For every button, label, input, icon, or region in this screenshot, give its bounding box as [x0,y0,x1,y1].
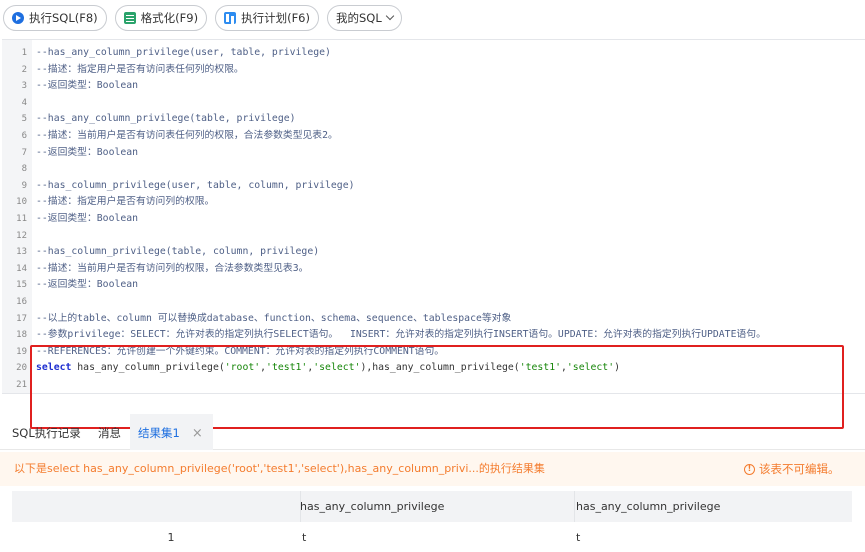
my-sql-label: 我的SQL [335,11,382,25]
code-comment: --has_column_privilege(user, table, colu… [36,179,355,191]
line-number: 10 [16,197,27,208]
info-icon [744,461,755,477]
line-number: 8 [21,164,27,175]
readonly-text: 该表不可编辑。 [759,462,840,476]
chevron-down-icon [385,11,394,21]
code-comment [30,95,36,112]
sql-editor[interactable]: 1 --has_any_column_privilege(user, table,… [2,39,865,429]
line-number: 3 [21,81,27,92]
line-number: 7 [21,147,27,158]
code-line[interactable]: 7 --返回类型：Boolean [2,145,865,162]
line-number: 11 [16,213,27,224]
result-tabs: SQL执行记录 消息 结果集1 × [0,414,865,450]
close-icon[interactable]: × [192,415,203,453]
code-line[interactable]: 11 --返回类型：Boolean [2,211,865,228]
code-line[interactable]: 17 --以上的table、column 可以替换成database、functi… [2,311,865,328]
play-icon [12,12,24,24]
column-header[interactable]: has_any_column_privilege [300,491,574,522]
code-comment [30,228,36,245]
line-number: 17 [16,313,27,324]
line-number: 4 [21,97,27,108]
result-notice-text: 以下是select has_any_column_privilege('root… [14,462,545,475]
column-header-index [12,491,300,522]
my-sql-dropdown[interactable]: 我的SQL [326,5,402,31]
code-lines: 1 --has_any_column_privilege(user, table,… [2,45,865,393]
code-line[interactable]: 4 [2,95,865,112]
line-number: 19 [16,346,27,357]
code-comment: --以上的table、column 可以替换成database、function… [36,312,512,324]
line-number: 20 [16,363,27,374]
code-line[interactable]: 5 --has_any_column_privilege(table, privi… [2,111,865,128]
table-row[interactable]: 1 t t [12,522,852,552]
readonly-warning: 该表不可编辑。 [744,452,840,486]
plan-icon [224,12,237,24]
code-line[interactable]: 13 --has_column_privilege(table, column, … [2,244,865,261]
code-line[interactable]: 10 --描述：指定用户是否有访问列的权限。 [2,194,865,211]
explain-plan-label: 执行计划(F6) [241,11,310,25]
editor-toolbar: 执行SQL(F8) 格式化(F9) 执行计划(F6) 我的SQL [0,0,865,36]
row-number: 1 [167,531,175,544]
line-number: 18 [16,330,27,341]
code-line[interactable]: 18 --参数privilege：SELECT：允许对表的指定列执行SELECT语… [2,327,865,344]
tab-sql-history[interactable]: SQL执行记录 [12,414,81,450]
code-line[interactable]: 9 --has_column_privilege(user, table, col… [2,178,865,195]
line-number: 16 [16,296,27,307]
line-number: 12 [16,230,27,241]
code-comment: --描述：当前用户是否有访问列的权限，合法参数类型见表3。 [36,262,309,274]
code-line[interactable]: 6 --描述：当前用户是否有访问表任何列的权限，合法参数类型见表2。 [2,128,865,145]
line-number: 1 [21,48,27,58]
code-line[interactable]: 1 --has_any_column_privilege(user, table,… [2,45,865,62]
result-notice-bar: 以下是select has_any_column_privilege('root… [0,452,865,486]
line-number: 2 [21,64,27,75]
table-cell[interactable]: t [574,522,852,552]
code-comment: --描述：指定用户是否有访问表任何列的权限。 [36,63,244,75]
table-cell[interactable]: t [300,522,574,552]
tab-result-set-1-label: 结果集1 [138,426,180,440]
code-line[interactable]: 15 --返回类型：Boolean [2,277,865,294]
code-comment: --返回类型：Boolean [36,279,139,291]
code-comment: --描述：当前用户是否有访问表任何列的权限，合法参数类型见表2。 [36,129,338,141]
run-sql-button[interactable]: 执行SQL(F8) [3,5,107,31]
format-button[interactable]: 格式化(F9) [114,5,208,31]
code-line[interactable]: 2 --描述：指定用户是否有访问表任何列的权限。 [2,62,865,79]
line-number: 5 [21,114,27,125]
line-number: 14 [16,263,27,274]
format-label: 格式化(F9) [140,11,199,25]
code-line[interactable]: 8 [2,161,865,178]
line-number: 13 [16,247,27,258]
code-comment: --返回类型：Boolean [36,146,139,158]
table-header: has_any_column_privilege has_any_column_… [12,491,852,522]
code-comment [30,294,36,311]
tab-messages[interactable]: 消息 [98,414,121,450]
line-number: 21 [16,379,27,390]
explain-plan-button[interactable]: 执行计划(F6) [215,5,319,31]
code-comment: --返回类型：Boolean [36,212,139,224]
tab-result-set-1[interactable]: 结果集1 × [130,414,213,450]
code-comment: --描述：指定用户是否有访问列的权限。 [36,196,215,208]
code-comment: --has_any_column_privilege(user, table, … [36,47,331,58]
code-line[interactable]: 12 [2,228,865,245]
code-line[interactable]: 3 --返回类型：Boolean [2,78,865,95]
code-comment: --has_column_privilege(table, column, pr… [36,246,320,258]
line-number: 6 [21,130,27,141]
line-number: 15 [16,280,27,291]
code-comment: --参数privilege：SELECT：允许对表的指定列执行SELECT语句。… [36,329,766,341]
code-line[interactable]: 14 --描述：当前用户是否有访问列的权限，合法参数类型见表3。 [2,261,865,278]
code-line[interactable]: 16 [2,294,865,311]
code-comment: --has_any_column_privilege(table, privil… [36,113,296,125]
column-header[interactable]: has_any_column_privilege [574,491,852,522]
code-comment: --返回类型：Boolean [36,80,139,92]
format-icon [123,12,136,24]
line-number: 9 [21,180,27,191]
result-grid: has_any_column_privilege has_any_column_… [12,491,852,552]
code-comment [30,161,36,178]
run-sql-label: 执行SQL(F8) [29,11,98,25]
